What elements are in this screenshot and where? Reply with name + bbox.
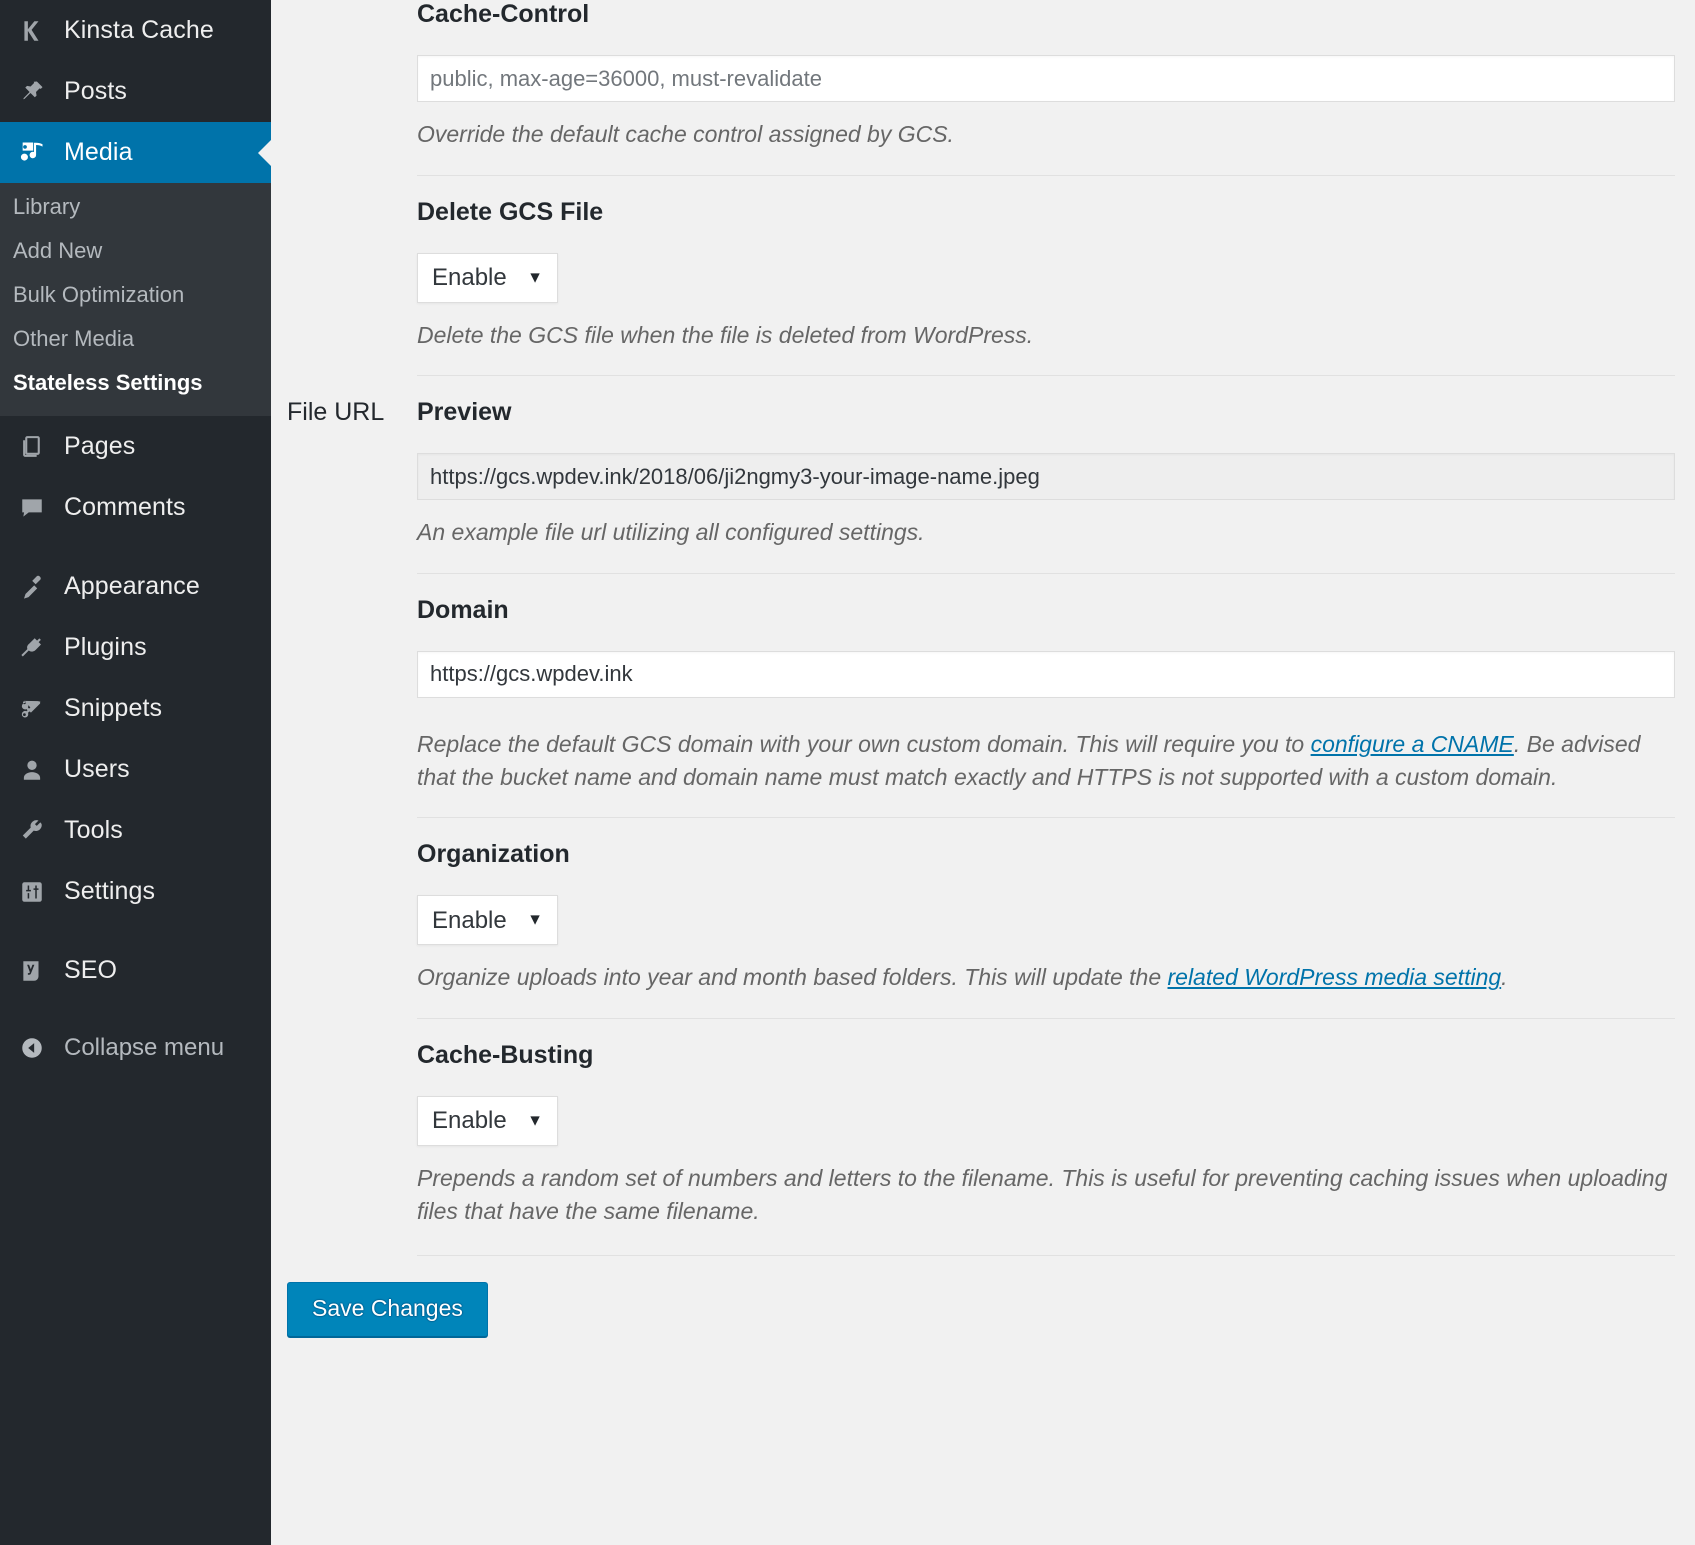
sidebar-item-label: Pages bbox=[55, 432, 135, 461]
organization-title: Organization bbox=[417, 840, 1675, 869]
yoast-icon bbox=[9, 958, 55, 984]
media-submenu: Library Add New Bulk Optimization Other … bbox=[0, 183, 271, 416]
preview-description: An example file url utilizing all config… bbox=[417, 516, 1675, 549]
settings-form: Cache-Control Override the default cache… bbox=[271, 0, 1695, 1256]
field-organization: Organization Enable Disable ▼ Organize u… bbox=[417, 818, 1675, 996]
organization-description-part1: Organize uploads into year and month bas… bbox=[417, 964, 1168, 990]
collapse-menu-button[interactable]: Collapse menu bbox=[0, 1019, 271, 1077]
field-cache-control: Cache-Control Override the default cache… bbox=[417, 0, 1675, 153]
sidebar-item-label: Settings bbox=[55, 877, 155, 906]
sidebar-item-label: Posts bbox=[55, 77, 127, 106]
row-body-file-url: Preview An example file url utilizing al… bbox=[417, 376, 1695, 1256]
organization-select[interactable]: Enable Disable bbox=[417, 895, 558, 945]
sidebar-item-label: Appearance bbox=[55, 572, 200, 601]
sidebar-item-snippets[interactable]: Snippets bbox=[0, 678, 271, 739]
cache-control-title: Cache-Control bbox=[417, 0, 1675, 29]
paintbrush-icon bbox=[9, 574, 55, 600]
row-cache-settings: Cache-Control Override the default cache… bbox=[271, 0, 1695, 376]
sidebar-item-label: Comments bbox=[55, 493, 186, 522]
sidebar-item-tools[interactable]: Tools bbox=[0, 800, 271, 861]
domain-description-part1: Replace the default GCS domain with your… bbox=[417, 731, 1311, 757]
submenu-item-bulk-optimization[interactable]: Bulk Optimization bbox=[0, 273, 271, 317]
sidebar-item-label: Tools bbox=[55, 816, 123, 845]
pages-icon bbox=[9, 434, 55, 459]
submenu-item-add-new[interactable]: Add New bbox=[0, 229, 271, 273]
domain-description: Replace the default GCS domain with your… bbox=[417, 728, 1675, 793]
file-url-section-label: File URL bbox=[271, 376, 417, 445]
divider bbox=[417, 1255, 1675, 1256]
submit-area: Save Changes bbox=[271, 1256, 1695, 1337]
sidebar-item-label: SEO bbox=[55, 956, 117, 985]
cache-busting-title: Cache-Busting bbox=[417, 1041, 1675, 1070]
delete-gcs-file-title: Delete GCS File bbox=[417, 198, 1675, 227]
delete-gcs-file-description: Delete the GCS file when the file is del… bbox=[417, 319, 1675, 352]
sidebar-item-users[interactable]: Users bbox=[0, 739, 271, 800]
configure-cname-link[interactable]: configure a CNAME bbox=[1311, 731, 1514, 757]
pin-icon bbox=[9, 79, 55, 105]
admin-sidebar: Kinsta Cache Posts Media Library Add New… bbox=[0, 0, 271, 1545]
related-media-setting-link[interactable]: related WordPress media setting bbox=[1168, 964, 1502, 990]
settings-content: Cache-Control Override the default cache… bbox=[271, 0, 1695, 1545]
plug-icon bbox=[9, 635, 55, 661]
sidebar-item-label: Kinsta Cache bbox=[55, 16, 214, 45]
domain-input[interactable] bbox=[417, 651, 1675, 698]
cache-busting-description: Prepends a random set of numbers and let… bbox=[417, 1162, 1675, 1227]
sliders-icon bbox=[9, 879, 55, 905]
preview-title: Preview bbox=[417, 398, 1675, 427]
collapse-arrow-icon bbox=[9, 1035, 55, 1061]
field-domain: Domain Replace the default GCS domain wi… bbox=[417, 574, 1675, 795]
sidebar-separator bbox=[0, 538, 271, 556]
submenu-item-stateless-settings[interactable]: Stateless Settings bbox=[0, 361, 271, 405]
sidebar-item-comments[interactable]: Comments bbox=[0, 477, 271, 538]
sidebar-item-seo[interactable]: SEO bbox=[0, 940, 271, 1001]
field-cache-busting: Cache-Busting Enable Disable ▼ Prepends … bbox=[417, 1019, 1675, 1229]
cache-control-input[interactable] bbox=[417, 55, 1675, 102]
sidebar-item-label: Plugins bbox=[55, 633, 147, 662]
kinsta-k-icon bbox=[9, 18, 55, 44]
domain-title: Domain bbox=[417, 596, 1675, 625]
cache-control-description: Override the default cache control assig… bbox=[417, 118, 1675, 151]
delete-gcs-file-select-wrap: Enable Disable ▼ bbox=[417, 253, 558, 303]
sidebar-item-kinsta-cache[interactable]: Kinsta Cache bbox=[0, 0, 271, 61]
row-body-cache-settings: Cache-Control Override the default cache… bbox=[417, 0, 1695, 376]
sidebar-item-posts[interactable]: Posts bbox=[0, 61, 271, 122]
organization-description: Organize uploads into year and month bas… bbox=[417, 961, 1675, 994]
user-icon bbox=[9, 757, 55, 783]
delete-gcs-file-select[interactable]: Enable Disable bbox=[417, 253, 558, 303]
organization-select-wrap: Enable Disable ▼ bbox=[417, 895, 558, 945]
sidebar-item-label: Media bbox=[55, 138, 133, 167]
cache-busting-select-wrap: Enable Disable ▼ bbox=[417, 1096, 558, 1146]
preview-url-input[interactable] bbox=[417, 453, 1675, 500]
admin-page: Kinsta Cache Posts Media Library Add New… bbox=[0, 0, 1695, 1545]
scissors-icon bbox=[9, 696, 55, 722]
sidebar-item-settings[interactable]: Settings bbox=[0, 861, 271, 922]
comments-icon bbox=[9, 495, 55, 521]
collapse-menu-label: Collapse menu bbox=[55, 1034, 224, 1062]
sidebar-item-appearance[interactable]: Appearance bbox=[0, 556, 271, 617]
cache-busting-select[interactable]: Enable Disable bbox=[417, 1096, 558, 1146]
sidebar-item-label: Users bbox=[55, 755, 130, 784]
save-changes-button[interactable]: Save Changes bbox=[287, 1282, 488, 1337]
organization-description-part2: . bbox=[1501, 964, 1507, 990]
submenu-item-library[interactable]: Library bbox=[0, 185, 271, 229]
sidebar-item-pages[interactable]: Pages bbox=[0, 416, 271, 477]
media-icon bbox=[9, 139, 55, 167]
sidebar-item-media[interactable]: Media bbox=[0, 122, 271, 183]
wrench-icon bbox=[9, 818, 55, 844]
field-delete-gcs-file: Delete GCS File Enable Disable ▼ Delete … bbox=[417, 176, 1675, 354]
sidebar-item-label: Snippets bbox=[55, 694, 162, 723]
row-label-empty bbox=[271, 0, 417, 36]
submenu-item-other-media[interactable]: Other Media bbox=[0, 317, 271, 361]
sidebar-separator bbox=[0, 1001, 271, 1019]
row-file-url: File URL Preview An example file url uti… bbox=[271, 376, 1695, 1256]
field-preview: Preview An example file url utilizing al… bbox=[417, 398, 1675, 551]
sidebar-separator bbox=[0, 922, 271, 940]
sidebar-item-plugins[interactable]: Plugins bbox=[0, 617, 271, 678]
